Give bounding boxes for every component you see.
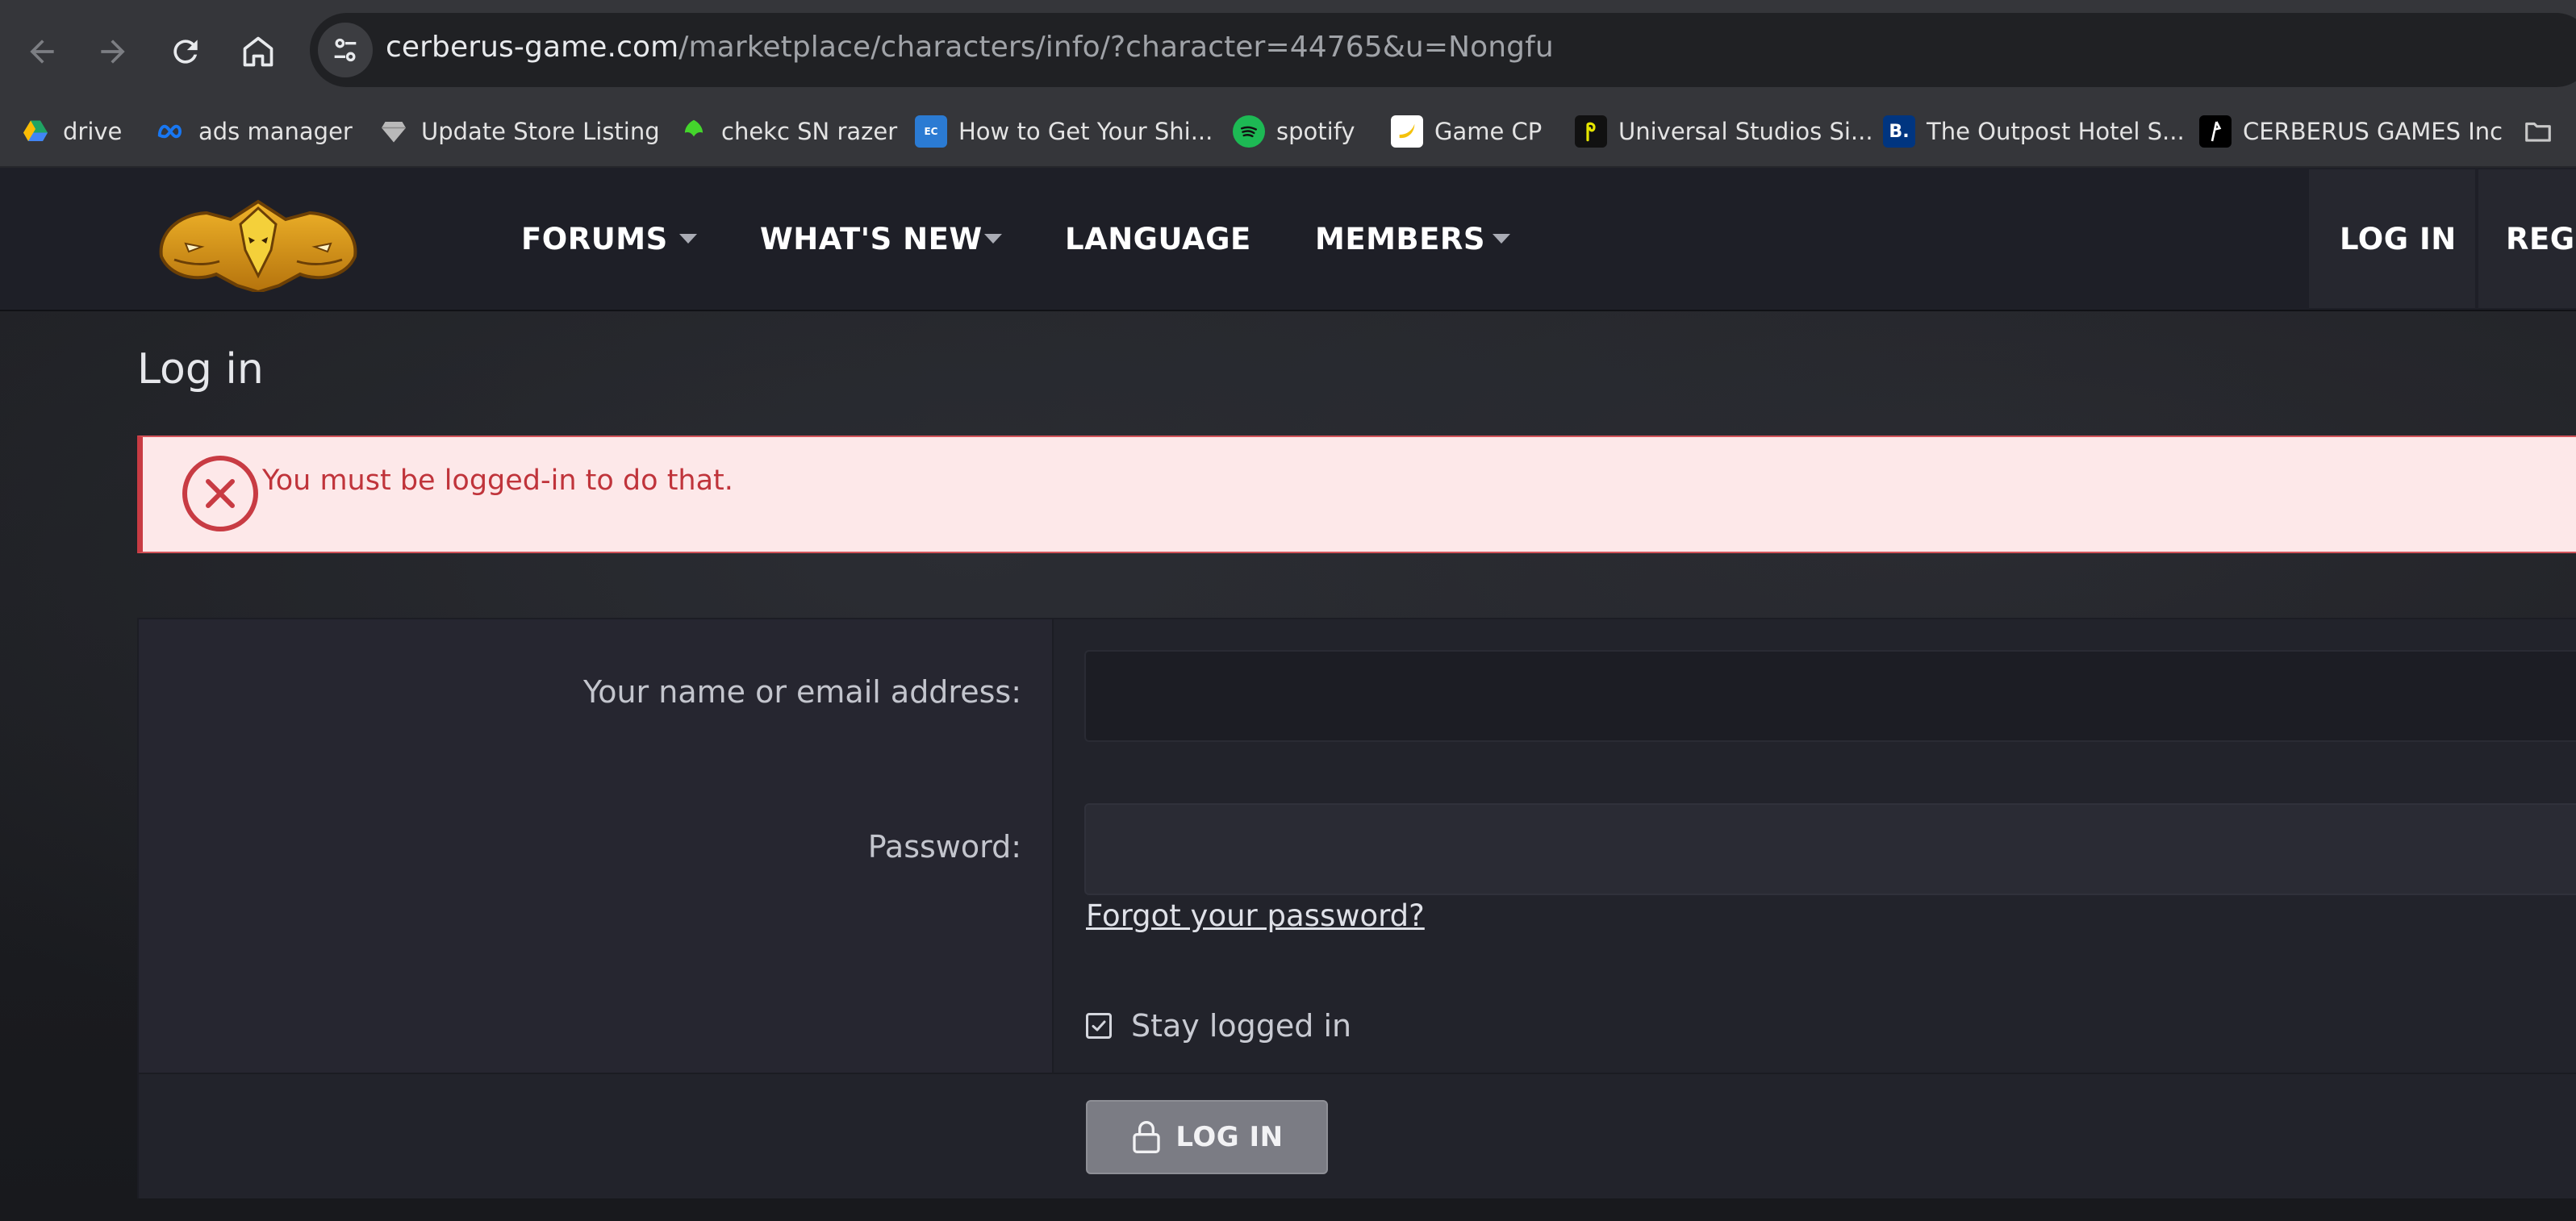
forward-button[interactable] bbox=[84, 23, 142, 81]
arrow-left-icon bbox=[30, 40, 54, 64]
meta-icon bbox=[155, 115, 187, 148]
bookmark-drive[interactable]: drive bbox=[19, 110, 122, 153]
login-submit-label: LOG IN bbox=[1175, 1121, 1284, 1153]
header-login-button[interactable]: LOG IN bbox=[2309, 169, 2475, 308]
bookmarks-bar: drive ads manager Update Store Listing c… bbox=[0, 98, 2576, 165]
google-drive-icon bbox=[19, 115, 52, 148]
url-path: /marketplace/characters/info/?character=… bbox=[678, 31, 1554, 64]
forgot-password-link[interactable]: Forgot your password? bbox=[1086, 898, 1425, 933]
url-text[interactable]: cerberus-game.com/marketplace/characters… bbox=[386, 31, 1554, 64]
bookmark-outpost-hotel[interactable]: B. The Outpost Hotel S... bbox=[1883, 110, 2185, 153]
home-button[interactable] bbox=[229, 23, 287, 81]
bookmark-universal[interactable]: Universal Studios Si... bbox=[1575, 110, 1873, 153]
form-fields-column: Forgot your password? Stay logged in bbox=[1054, 619, 2576, 1073]
bookmark-update-store[interactable]: Update Store Listing bbox=[378, 110, 660, 153]
ecom-icon: EC bbox=[915, 115, 947, 148]
bookmark-razer[interactable]: chekc SN razer bbox=[678, 110, 897, 153]
chevron-down-icon[interactable] bbox=[1493, 234, 1510, 244]
error-message-box: You must be logged-in to do that. bbox=[137, 435, 2576, 553]
address-bar[interactable]: cerberus-game.com/marketplace/characters… bbox=[310, 13, 2576, 87]
chevron-down-icon[interactable] bbox=[984, 234, 1002, 244]
nav-whats-new[interactable]: WHAT'S NEW bbox=[760, 168, 983, 310]
bookmark-how-to-get[interactable]: EC How to Get Your Shi... bbox=[915, 110, 1213, 153]
bookmark-label: chekc SN razer bbox=[721, 118, 898, 145]
site-info-button[interactable] bbox=[318, 23, 373, 77]
diamond-icon bbox=[378, 115, 410, 148]
bookmark-label: drive bbox=[63, 118, 123, 145]
folder-icon bbox=[2522, 115, 2554, 148]
login-submit-button[interactable]: LOG IN bbox=[1086, 1100, 1328, 1174]
header-login-label: LOG IN bbox=[2340, 221, 2457, 256]
bookmark-label: Update Store Listing bbox=[421, 118, 660, 145]
stay-logged-in-checkbox[interactable] bbox=[1086, 1013, 1112, 1039]
username-input[interactable] bbox=[1084, 650, 2576, 742]
bookmark-label: spotify bbox=[1276, 118, 1355, 145]
username-label: Your name or email address: bbox=[583, 674, 1021, 710]
bookmark-spotify[interactable]: spotify bbox=[1233, 110, 1355, 153]
spotify-icon bbox=[1233, 115, 1265, 148]
nav-language[interactable]: LANGUAGE bbox=[1065, 168, 1251, 310]
password-input[interactable] bbox=[1084, 803, 2576, 895]
cerberus-logo-icon[interactable] bbox=[150, 187, 366, 292]
bookmark-ads-manager[interactable]: ads manager bbox=[155, 110, 353, 153]
cerberus-icon bbox=[2199, 115, 2232, 148]
back-button[interactable] bbox=[13, 23, 71, 81]
checkmark-icon bbox=[1092, 1020, 1106, 1031]
bookmark-label: How to Get Your Shi... bbox=[958, 118, 1213, 145]
booking-icon: B. bbox=[1883, 115, 1915, 148]
tune-icon bbox=[334, 38, 357, 62]
bookmark-label: Universal Studios Si... bbox=[1618, 118, 1873, 145]
universal-icon bbox=[1575, 115, 1607, 148]
stay-logged-in-row[interactable]: Stay logged in bbox=[1086, 1002, 1351, 1050]
nav-language-label: LANGUAGE bbox=[1065, 221, 1251, 256]
form-footer: LOG IN bbox=[139, 1073, 2576, 1198]
banana-icon bbox=[1391, 115, 1423, 148]
nav-forums[interactable]: FORUMS bbox=[521, 168, 668, 310]
bookmark-cerberus-games[interactable]: CERBERUS GAMES Inc bbox=[2199, 110, 2503, 153]
razer-icon bbox=[678, 115, 710, 148]
header-register-button[interactable]: REGI bbox=[2478, 169, 2576, 308]
login-form: Your name or email address: Password: Fo… bbox=[137, 618, 2576, 1198]
home-icon bbox=[243, 36, 273, 67]
error-x-circle-icon bbox=[182, 456, 258, 531]
error-message-text: You must be logged-in to do that. bbox=[262, 465, 733, 497]
nav-whats-new-label: WHAT'S NEW bbox=[760, 221, 983, 256]
site-header: FORUMS WHAT'S NEW LANGUAGE MEMBERS LOG I… bbox=[0, 168, 2576, 311]
page-title: Log in bbox=[137, 345, 264, 394]
arrow-right-icon bbox=[101, 40, 125, 64]
browser-chrome: cerberus-game.com/marketplace/characters… bbox=[0, 0, 2576, 168]
nav-members-label: MEMBERS bbox=[1315, 221, 1486, 256]
url-host: cerberus-game.com bbox=[386, 31, 679, 64]
stay-logged-in-label: Stay logged in bbox=[1131, 1008, 1352, 1044]
password-label: Password: bbox=[867, 829, 1021, 865]
chevron-down-icon[interactable] bbox=[679, 234, 697, 244]
reload-button[interactable] bbox=[157, 23, 215, 81]
nav-members[interactable]: MEMBERS bbox=[1315, 168, 1485, 310]
nav-forums-label: FORUMS bbox=[521, 221, 668, 256]
reload-icon bbox=[173, 40, 198, 64]
browser-toolbar: cerberus-game.com/marketplace/characters… bbox=[0, 0, 2576, 98]
header-register-label: REGI bbox=[2506, 221, 2576, 256]
bookmark-label: The Outpost Hotel S... bbox=[1927, 118, 2185, 145]
bookmark-folder[interactable] bbox=[2522, 110, 2566, 153]
bookmark-game-cp[interactable]: Game CP bbox=[1391, 110, 1542, 153]
bookmark-label: Game CP bbox=[1434, 118, 1543, 145]
form-labels-column: Your name or email address: Password: bbox=[139, 619, 1054, 1073]
bookmark-label: CERBERUS GAMES Inc bbox=[2243, 118, 2503, 145]
bookmark-label: ads manager bbox=[198, 118, 353, 145]
lock-icon bbox=[1133, 1121, 1161, 1153]
